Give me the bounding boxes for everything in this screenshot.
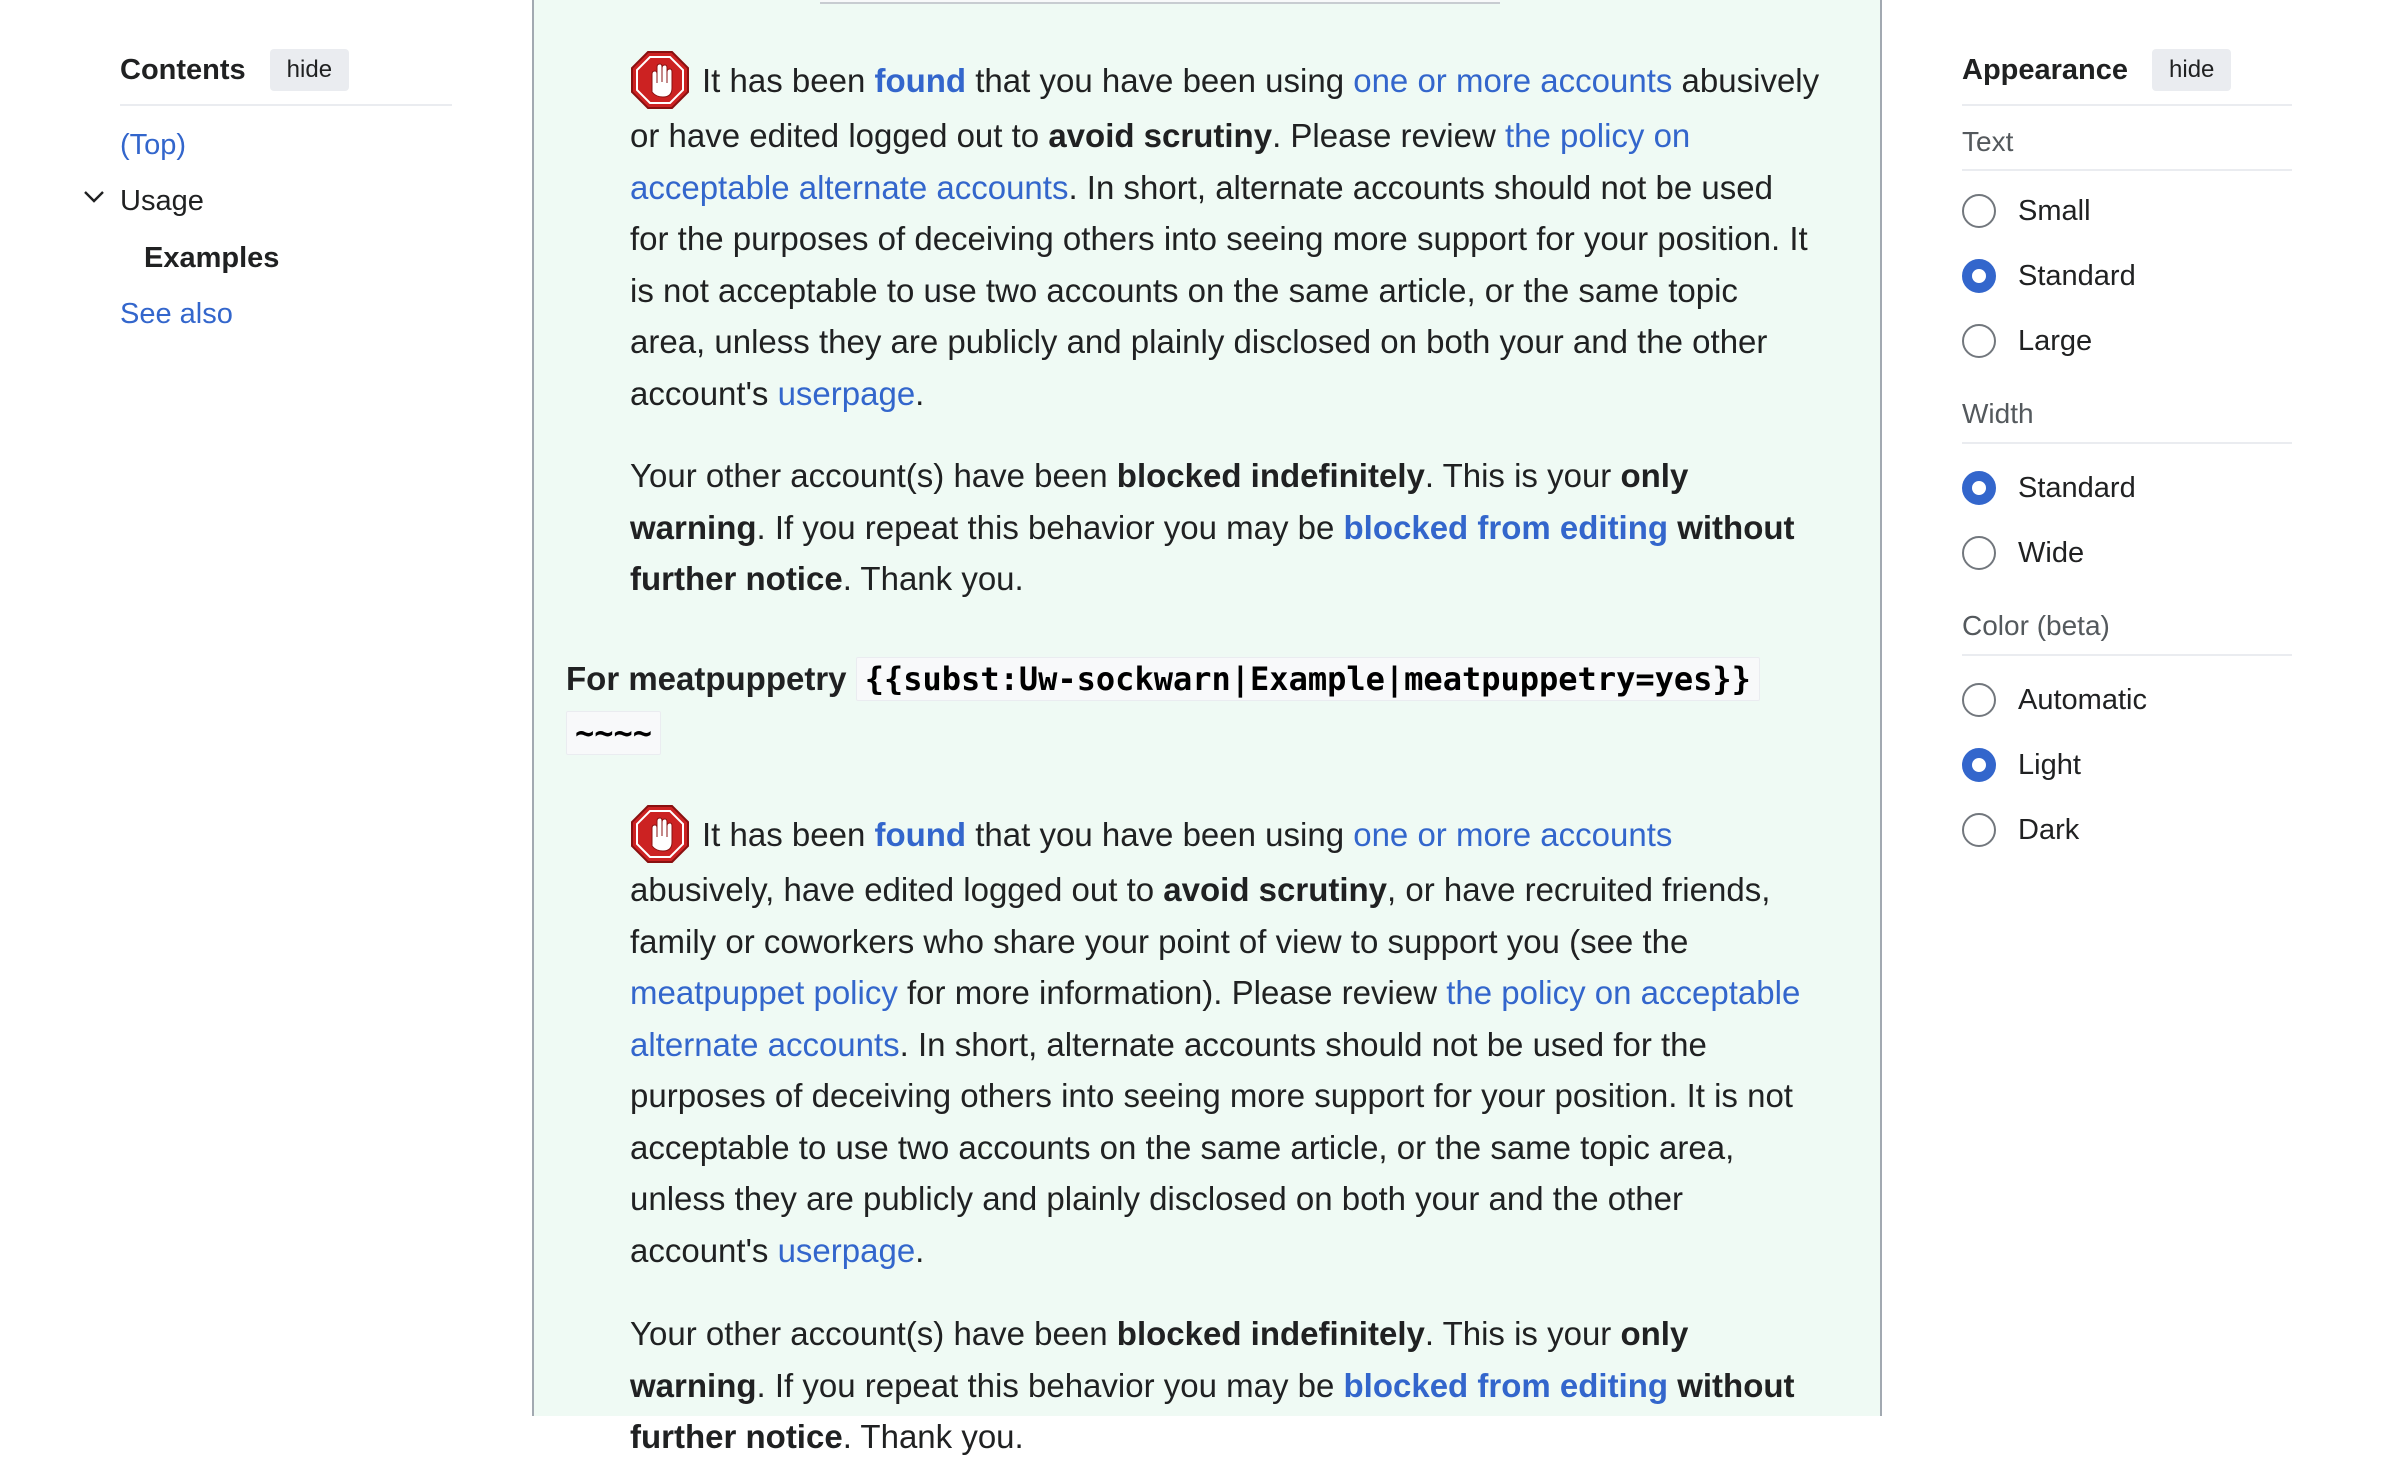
radio-button-checked[interactable] bbox=[1962, 471, 1996, 505]
stop-hand-icon bbox=[631, 51, 689, 109]
toc-divider bbox=[120, 104, 452, 106]
radio-label: Large bbox=[2018, 324, 2093, 357]
example-box: It has been found that you have been usi… bbox=[532, 0, 1882, 1455]
text: that you have been using bbox=[966, 62, 1354, 99]
radio-button[interactable] bbox=[1962, 683, 1996, 717]
text: . bbox=[915, 374, 925, 412]
radio-label: Automatic bbox=[2018, 683, 2147, 716]
radio-width-standard[interactable]: Standard bbox=[1962, 471, 2136, 505]
warning1-paragraph2: Your other account(s) have been blocked … bbox=[630, 450, 1820, 605]
appearance-panel: Appearance hide Text Small Standard Larg… bbox=[1962, 46, 2292, 847]
template-code: {{subst:Uw-sockwarn|Example|meatpuppetry… bbox=[855, 657, 1760, 701]
toc-item-examples[interactable]: Examples bbox=[144, 241, 279, 276]
text-size-label: Text bbox=[1962, 126, 2014, 157]
radio-button[interactable] bbox=[1962, 324, 1996, 358]
emphasis-text: avoid scrutiny bbox=[1163, 871, 1388, 908]
signature-code: ~~~~ bbox=[566, 711, 662, 755]
radio-width-wide[interactable]: Wide bbox=[1962, 536, 2084, 570]
warning1-paragraph1: It has been found that you have been usi… bbox=[630, 50, 1820, 419]
meatpuppet-policy-link[interactable]: meatpuppet policy bbox=[630, 974, 898, 1011]
emphasis-text: blocked indefinitely bbox=[1116, 457, 1425, 494]
text: that you have been using bbox=[966, 816, 1354, 853]
radio-text-large[interactable]: Large bbox=[1962, 324, 2092, 358]
radio-button[interactable] bbox=[1962, 194, 1996, 228]
heading-label: For meatpuppetry bbox=[566, 660, 847, 697]
stop-hand-icon bbox=[631, 805, 689, 863]
color-label: Color (beta) bbox=[1962, 610, 2110, 641]
warning2-paragraph2: Your other account(s) have been blocked … bbox=[630, 1308, 1820, 1463]
radio-color-automatic[interactable]: Automatic bbox=[1962, 683, 2147, 717]
width-label: Width bbox=[1962, 398, 2034, 429]
appearance-title: Appearance bbox=[1962, 53, 2129, 86]
text: . bbox=[915, 1231, 925, 1269]
group-divider bbox=[1962, 442, 2292, 444]
toc-item-see-also[interactable]: See also bbox=[120, 297, 233, 332]
text: abusively, have edited logged out to bbox=[630, 871, 1164, 908]
radio-color-dark[interactable]: Dark bbox=[1962, 813, 2079, 847]
meatpuppetry-heading: For meatpuppetry {{subst:Uw-sockwarn|Exa… bbox=[566, 652, 1816, 760]
radio-button[interactable] bbox=[1962, 813, 1996, 847]
radio-button[interactable] bbox=[1962, 536, 1996, 570]
radio-color-light[interactable]: Light bbox=[1962, 748, 2081, 782]
text: . Thank you. bbox=[842, 560, 1024, 597]
radio-label: Standard bbox=[2018, 259, 2136, 292]
userpage-link[interactable]: userpage bbox=[778, 375, 916, 412]
toc-hide-button[interactable]: hide bbox=[269, 48, 350, 92]
text: . This is your bbox=[1424, 457, 1621, 494]
emphasis-text: blocked indefinitely bbox=[1116, 1315, 1425, 1352]
chevron-down-icon[interactable] bbox=[82, 184, 106, 208]
radio-button-checked[interactable] bbox=[1962, 259, 1996, 293]
radio-label: Small bbox=[2018, 194, 2091, 227]
text: Your other account(s) have been bbox=[630, 457, 1117, 494]
radio-text-standard[interactable]: Standard bbox=[1962, 259, 2136, 293]
text bbox=[1668, 509, 1677, 546]
blocked-link[interactable]: blocked from editing bbox=[1344, 509, 1669, 546]
appearance-header: Appearance hide bbox=[1962, 46, 2292, 94]
found-link[interactable]: found bbox=[874, 62, 966, 99]
radio-label: Light bbox=[2018, 748, 2081, 781]
found-link[interactable]: found bbox=[874, 816, 966, 853]
group-divider bbox=[1962, 654, 2292, 656]
text: . Please review bbox=[1272, 117, 1505, 154]
text: . Thank you. bbox=[842, 1418, 1024, 1455]
appearance-divider bbox=[1962, 104, 2292, 106]
radio-button-checked[interactable] bbox=[1962, 748, 1996, 782]
text: . This is your bbox=[1424, 1315, 1621, 1352]
toc-title: Contents bbox=[120, 53, 246, 86]
radio-label: Wide bbox=[2018, 536, 2085, 569]
radio-label: Standard bbox=[2018, 471, 2136, 504]
accounts-link[interactable]: one or more accounts bbox=[1353, 62, 1672, 99]
toc-item-usage[interactable]: Usage bbox=[120, 184, 204, 219]
appearance-hide-button[interactable]: hide bbox=[2152, 48, 2232, 92]
text: It has been bbox=[702, 62, 875, 99]
group-divider bbox=[1962, 169, 2292, 171]
warning2-paragraph1: It has been found that you have been usi… bbox=[630, 804, 1820, 1276]
text: Your other account(s) have been bbox=[630, 1315, 1117, 1352]
text: for more information). Please review bbox=[897, 974, 1447, 1011]
top-code-stub bbox=[820, 0, 1500, 4]
text: It has been bbox=[702, 816, 875, 853]
userpage-link[interactable]: userpage bbox=[778, 1232, 916, 1269]
toc-item-top[interactable]: (Top) bbox=[120, 128, 186, 163]
radio-text-small[interactable]: Small bbox=[1962, 194, 2091, 228]
radio-label: Dark bbox=[2018, 813, 2080, 846]
accounts-link[interactable]: one or more accounts bbox=[1353, 816, 1672, 853]
table-of-contents: Contents hide (Top) Usage Examples See a… bbox=[84, 46, 452, 330]
emphasis-text: avoid scrutiny bbox=[1048, 117, 1273, 154]
text: . If you repeat this behavior you may be bbox=[756, 508, 1344, 546]
toc-header: Contents hide bbox=[120, 46, 452, 94]
